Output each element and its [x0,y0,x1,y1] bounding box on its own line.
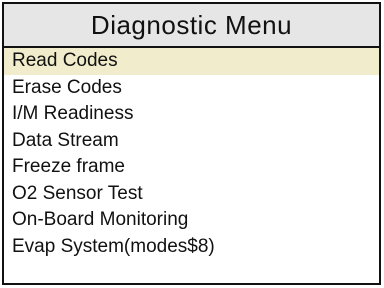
menu-item-read-codes[interactable]: Read Codes [4,48,379,75]
page-title: Diagnostic Menu [90,10,293,40]
menu-item-evap-system[interactable]: Evap System(modes$8) [4,234,379,261]
title-bar: Diagnostic Menu [4,4,379,48]
menu-item-o2-sensor-test[interactable]: O2 Sensor Test [4,181,379,208]
menu-item-data-stream[interactable]: Data Stream [4,128,379,155]
diagnostic-menu-list: Read Codes Erase Codes I/M Readiness Dat… [4,48,379,260]
diagnostic-screen: Diagnostic Menu Read Codes Erase Codes I… [2,2,381,285]
menu-item-erase-codes[interactable]: Erase Codes [4,75,379,102]
menu-item-freeze-frame[interactable]: Freeze frame [4,154,379,181]
menu-item-im-readiness[interactable]: I/M Readiness [4,101,379,128]
menu-item-on-board-monitoring[interactable]: On-Board Monitoring [4,207,379,234]
